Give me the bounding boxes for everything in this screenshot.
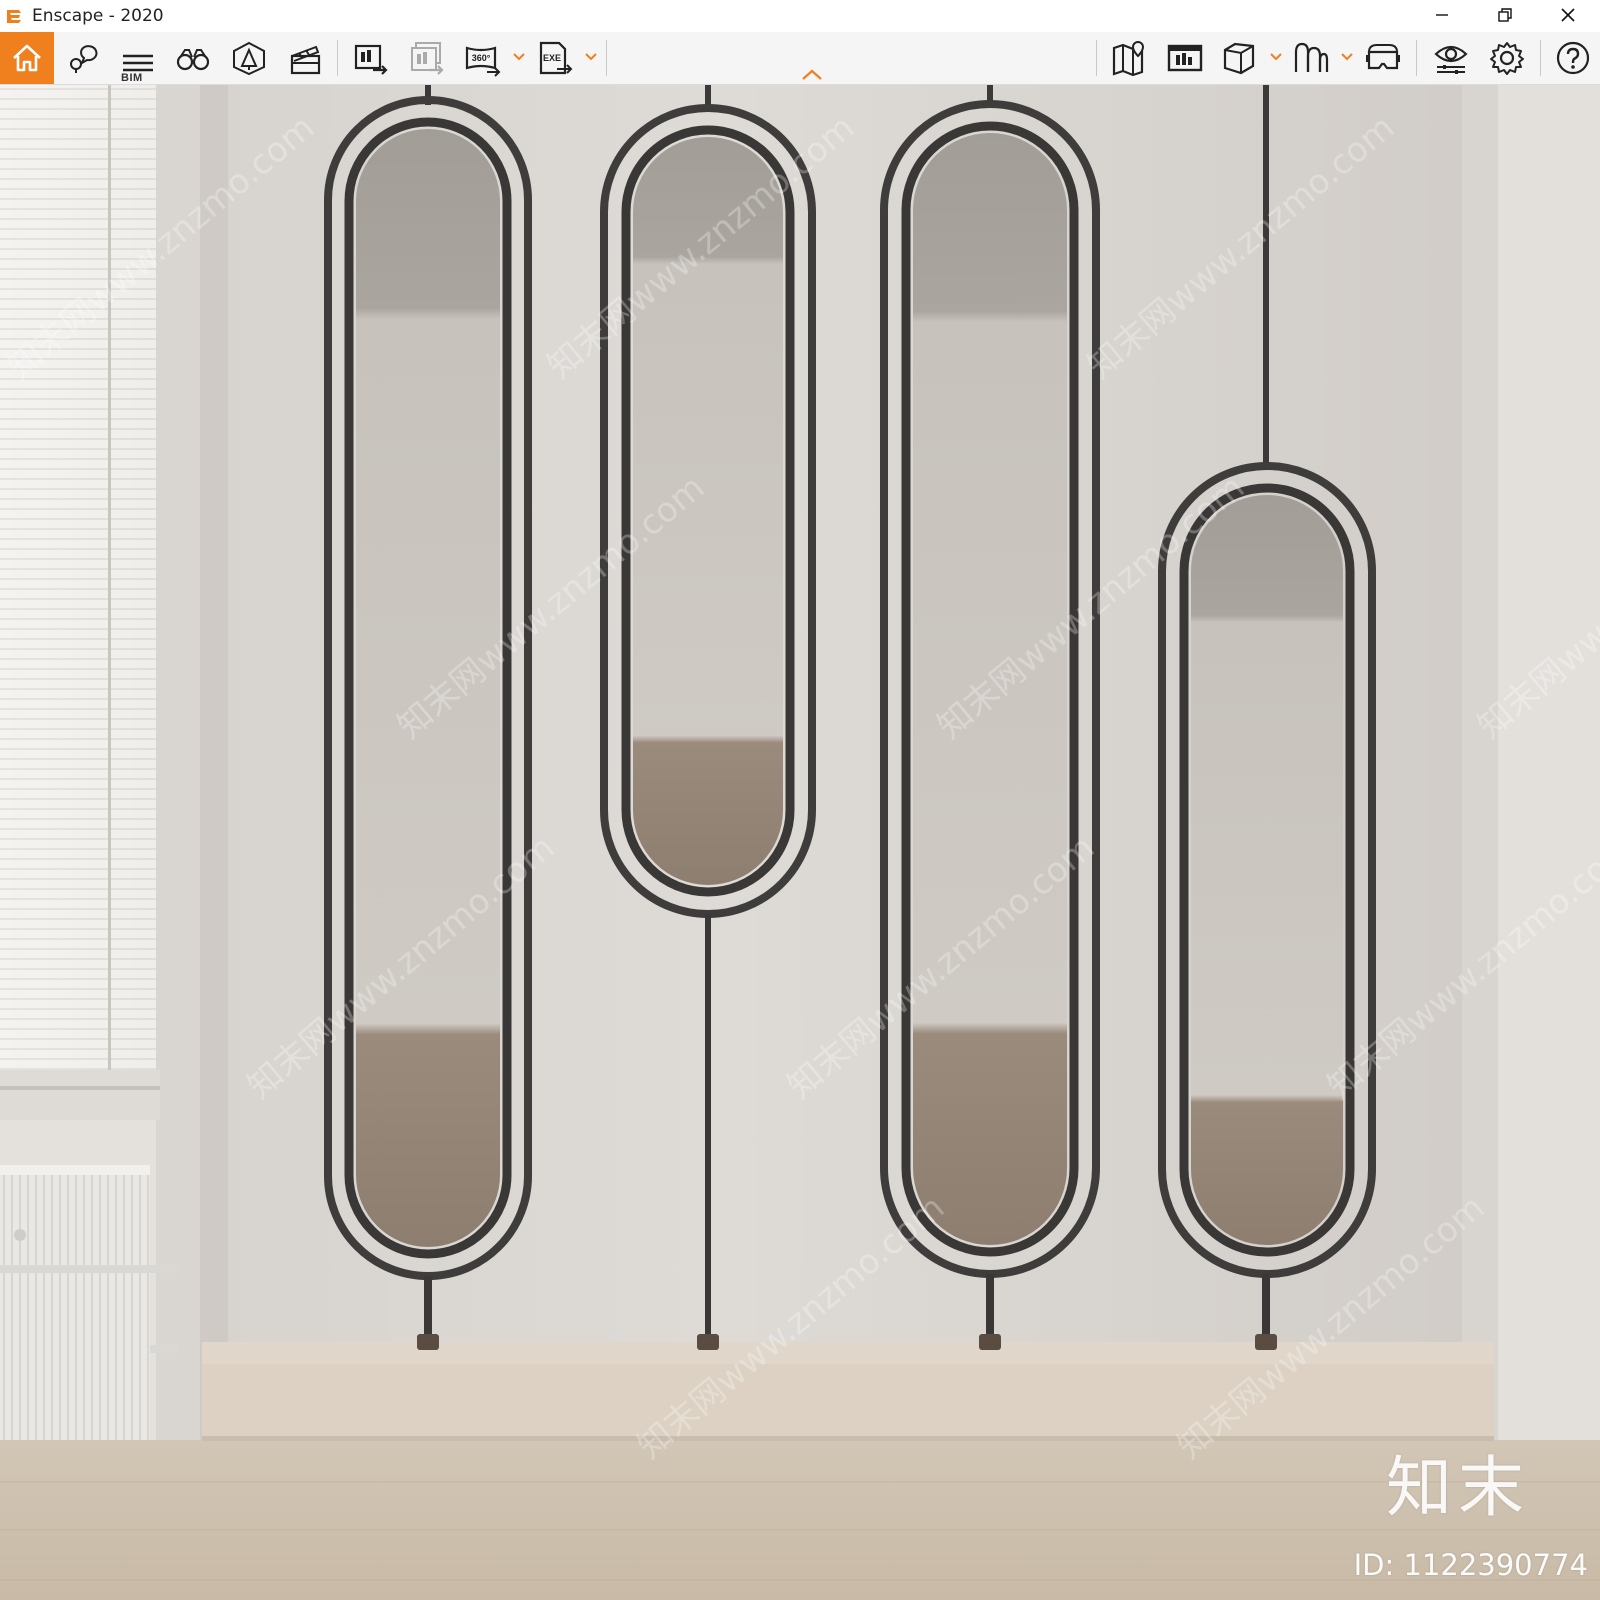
map-icon: [1112, 40, 1145, 77]
settings-gear-icon: [1490, 42, 1524, 75]
panorama-dropdown[interactable]: [512, 50, 526, 64]
video-editor-button[interactable]: [282, 36, 328, 80]
visual-settings-icon: [1434, 45, 1468, 74]
minimize-button[interactable]: [1412, 0, 1472, 30]
enscape-logo-icon: [7, 10, 21, 23]
chevron-down-icon: [585, 53, 597, 61]
restore-icon: [1498, 8, 1512, 22]
light-view-button[interactable]: [226, 36, 272, 80]
asset-search-icon: [70, 45, 98, 73]
cube-view-icon: [1223, 42, 1255, 75]
binoculars-icon: [176, 49, 210, 71]
toolbar-separator: [1540, 40, 1541, 76]
chevron-up-icon: [802, 69, 822, 80]
restore-button[interactable]: [1475, 0, 1535, 30]
bim-list-icon: [123, 54, 153, 72]
clapper-video-icon: [290, 45, 321, 75]
chevron-down-icon: [1341, 53, 1353, 61]
view-cube-button[interactable]: [1216, 36, 1262, 80]
close-icon: [1561, 8, 1575, 22]
screenshot-gallery-icon: [1167, 44, 1203, 72]
toolbar-separator: [1416, 40, 1417, 76]
scene-render: 知末网www.znzmo.com 知末网www.znzmo.com 知末网www…: [0, 85, 1600, 1600]
site-context-icon: [1294, 42, 1329, 72]
toolbar-separator: [606, 40, 607, 76]
panorama-button[interactable]: 360°: [460, 36, 506, 80]
render-screenshot-button[interactable]: [348, 36, 394, 80]
view-dropdown[interactable]: [1269, 50, 1283, 64]
map-button[interactable]: [1106, 36, 1152, 80]
close-button[interactable]: [1538, 0, 1598, 30]
toolbar-separator: [1096, 40, 1097, 76]
svg-text:360°: 360°: [472, 53, 491, 63]
visual-settings-button[interactable]: [1428, 36, 1474, 80]
help-button[interactable]: [1550, 36, 1596, 80]
brand-watermark: 知末: [1386, 1449, 1530, 1526]
panorama-360-icon: 360°: [465, 46, 501, 77]
render-screenshot-icon: [354, 44, 388, 75]
batch-render-icon: [411, 42, 444, 75]
vr-headset-icon: [1366, 44, 1400, 70]
light-view-icon: [233, 41, 265, 76]
chevron-down-icon: [513, 53, 525, 61]
help-icon: [1556, 41, 1590, 75]
bim-label: BIM: [121, 72, 143, 84]
collapse-toolbar-toggle[interactable]: [800, 68, 824, 82]
site-context-button[interactable]: [1288, 36, 1334, 80]
window-title: Enscape - 2020: [32, 6, 164, 26]
home-icon: [13, 44, 41, 72]
minimize-icon: [1436, 14, 1448, 16]
home-button[interactable]: [0, 32, 54, 84]
title-bar: Enscape - 2020: [0, 0, 1600, 32]
toolbar-separator: [337, 40, 338, 76]
chevron-down-icon: [1270, 53, 1282, 61]
export-button[interactable]: EXE: [532, 36, 578, 80]
image-id-label: ID: 1122390774: [1353, 1548, 1588, 1582]
asset-library-button[interactable]: [60, 36, 106, 80]
render-viewport[interactable]: 知末网www.znzmo.com 知末网www.znzmo.com 知末网www…: [0, 85, 1600, 1600]
export-dropdown[interactable]: [584, 50, 598, 64]
site-context-dropdown[interactable]: [1340, 50, 1354, 64]
export-exe-icon: EXE: [539, 41, 573, 75]
walk-mode-button[interactable]: [170, 36, 216, 80]
vr-headset-button[interactable]: [1360, 36, 1406, 80]
screenshot-gallery-button[interactable]: [1162, 36, 1208, 80]
batch-render-button[interactable]: [404, 36, 450, 80]
settings-button[interactable]: [1484, 36, 1530, 80]
svg-text:EXE: EXE: [543, 53, 561, 63]
